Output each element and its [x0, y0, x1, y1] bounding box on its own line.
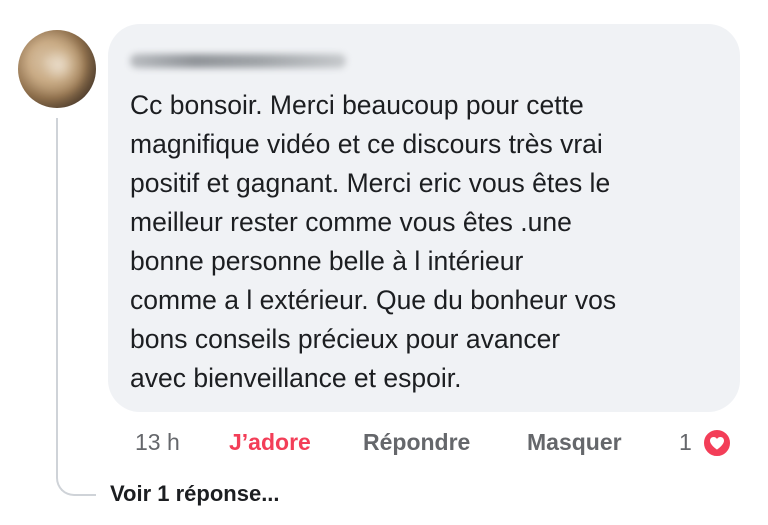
reply-button[interactable]: Répondre: [363, 424, 470, 460]
thread-connector-line: [56, 118, 96, 496]
hide-button[interactable]: Masquer: [527, 424, 622, 460]
heart-icon-glyph: [710, 437, 724, 450]
avatar[interactable]: [18, 30, 96, 108]
view-replies-link[interactable]: Voir 1 réponse...: [110, 478, 280, 510]
comment-timestamp[interactable]: 13 h: [135, 424, 180, 460]
comment-text: Cc bonsoir. Merci beaucoup pour cette ma…: [130, 90, 617, 393]
avatar-blurred-photo: [28, 38, 84, 98]
comment-bubble: Cc bonsoir. Merci beaucoup pour cette ma…: [108, 24, 740, 412]
reaction-count[interactable]: 1: [679, 424, 692, 460]
heart-icon[interactable]: [702, 428, 732, 458]
love-reaction-button[interactable]: J’adore: [229, 424, 311, 460]
comment-actions: 13 h J’adore Répondre Masquer 1: [135, 424, 745, 460]
commenter-name-redacted[interactable]: [130, 54, 346, 68]
